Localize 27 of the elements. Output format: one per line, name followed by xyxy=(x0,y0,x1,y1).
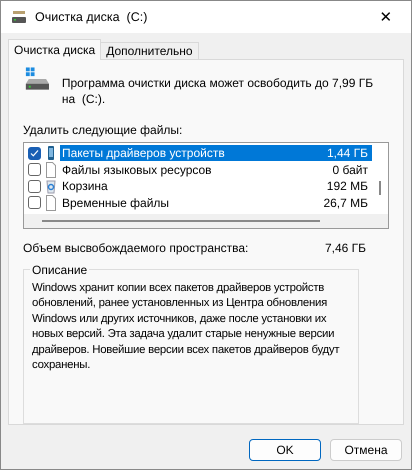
checkbox[interactable] xyxy=(28,146,41,160)
checkbox[interactable] xyxy=(28,196,41,210)
file-item[interactable]: Временные файлы 26,7 МБ xyxy=(60,194,372,211)
list-label: Удалить следующие файлы: xyxy=(23,123,184,137)
group-title: Описание xyxy=(31,262,88,277)
description-text: Windows хранит копии всех пакетов драйверов устройств обновлений, ранее установленных из Центра обновления Windows или других источников, даже после установки их новых версий. Эта задача удалит старые ненужные версии драйверов. Новейшие версии всех пакетов драйверов будут сохранены. xyxy=(32,280,340,374)
file-item[interactable]: Файлы языковых ресурсов 0 байт xyxy=(60,162,372,178)
checkbox[interactable] xyxy=(28,163,41,176)
dialog-button[interactable]: Отмена xyxy=(330,439,402,461)
document-icon xyxy=(45,162,57,178)
total-value: 7,46 ГБ xyxy=(324,240,366,255)
tab[interactable]: Очистка диска xyxy=(8,39,102,60)
scrollbar[interactable] xyxy=(24,214,388,228)
dialog-button[interactable]: OK xyxy=(249,439,321,461)
drive-icon xyxy=(11,10,27,24)
drive-icon xyxy=(23,66,52,92)
total-label: Объем высвобождаемого пространства: xyxy=(23,240,248,255)
file-item[interactable]: Корзина 192 МБ xyxy=(60,178,372,194)
window-title: Очистка диска (C:) xyxy=(35,10,148,24)
checkbox[interactable] xyxy=(28,180,41,193)
document-icon xyxy=(45,194,57,211)
phone-icon xyxy=(45,145,57,162)
file-item[interactable]: Пакеты драйверов устройств 1,44 ГБ xyxy=(60,145,372,162)
close-button[interactable]: ✕ xyxy=(371,3,401,31)
recycle-bin-icon xyxy=(45,178,57,194)
intro-text: Программа очистки диска может освободить до 7,99 ГБ на (C:). xyxy=(62,75,374,107)
tab[interactable]: Дополнительно xyxy=(100,42,199,60)
